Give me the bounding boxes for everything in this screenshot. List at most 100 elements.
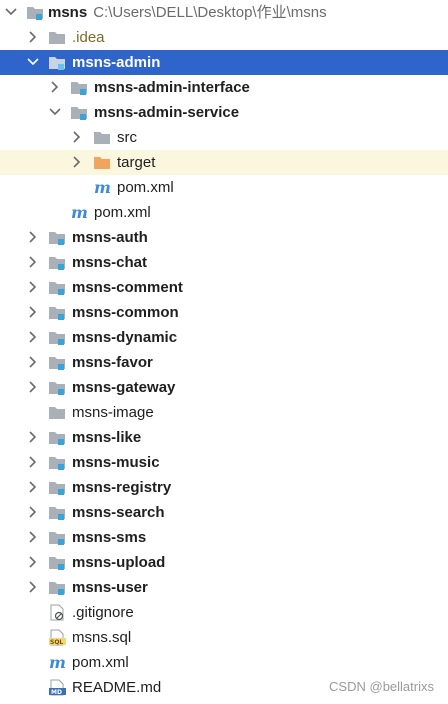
tree-item-label: msns-chat [72, 254, 148, 271]
tree-row-msns-upload[interactable]: msns-upload [0, 550, 448, 575]
chevron-right-icon[interactable] [26, 25, 42, 50]
tree-row-gitignore[interactable]: .gitignore [0, 600, 448, 625]
chevron-down-icon[interactable] [48, 100, 64, 125]
chevron-right-icon[interactable] [26, 375, 42, 400]
chevron-right-icon[interactable] [26, 250, 42, 275]
tree-row-msns-admin-interface[interactable]: msns-admin-interface [0, 75, 448, 100]
tree-item-label: msns-common [72, 304, 179, 321]
maven-icon: m [70, 203, 88, 222]
chevron-right-icon[interactable] [26, 325, 42, 350]
tree-item-label: msns-upload [72, 554, 166, 571]
module-folder-icon [48, 479, 66, 496]
module-folder-icon [48, 229, 66, 246]
chevron-right-icon[interactable] [26, 475, 42, 500]
svg-text:MD: MD [51, 689, 62, 696]
tree-row-msns-sms[interactable]: msns-sms [0, 525, 448, 550]
tree-row-msns-music[interactable]: msns-music [0, 450, 448, 475]
tree-row-msns-comment[interactable]: msns-comment [0, 275, 448, 300]
sql-file-icon: SQL [48, 629, 66, 646]
chevron-right-icon[interactable] [48, 75, 64, 100]
tree-row-msns-dynamic[interactable]: msns-dynamic [0, 325, 448, 350]
tree-item-label: pom.xml [72, 654, 129, 671]
tree-item-label: msns-registry [72, 479, 172, 496]
tree-item-label: README.md [72, 679, 162, 696]
svg-text:m: m [49, 654, 66, 671]
module-folder-icon [48, 454, 66, 471]
tree-row-msns-like[interactable]: msns-like [0, 425, 448, 450]
tree-row-root[interactable]: msns C:\Users\DELL\Desktop\作业\msns [0, 0, 448, 25]
tree-row-target[interactable]: target [0, 150, 448, 175]
gitignore-file-icon [48, 604, 66, 621]
tree-item-label: pom.xml [117, 179, 174, 196]
module-folder-icon [48, 354, 66, 371]
tree-item-label: msns-user [72, 579, 148, 596]
tree-item-label: msns-comment [72, 279, 183, 296]
module-folder-icon [48, 279, 66, 296]
module-folder-icon [70, 104, 88, 121]
module-folder-icon [70, 79, 88, 96]
tree-item-label: msns-auth [72, 229, 148, 246]
module-folder-icon [48, 504, 66, 521]
module-folder-icon [48, 254, 66, 271]
chevron-down-icon[interactable] [26, 50, 42, 75]
folder-icon [48, 29, 66, 46]
chevron-right-icon[interactable] [26, 425, 42, 450]
watermark: CSDN @bellatrixs [329, 679, 434, 694]
chevron-right-icon[interactable] [26, 350, 42, 375]
module-folder-icon [48, 54, 66, 71]
tree-item-label: msns C:\Users\DELL\Desktop\作业\msns [48, 4, 327, 21]
tree-row-msns-sql[interactable]: SQL msns.sql [0, 625, 448, 650]
module-folder-icon [48, 529, 66, 546]
tree-item-label: msns-gateway [72, 379, 176, 396]
chevron-right-icon[interactable] [26, 450, 42, 475]
project-path: C:\Users\DELL\Desktop\作业\msns [93, 4, 327, 21]
chevron-right-icon[interactable] [26, 550, 42, 575]
tree-item-label: msns-like [72, 429, 142, 446]
folder-icon [48, 404, 66, 421]
tree-row-msns-image[interactable]: msns-image [0, 400, 448, 425]
tree-item-label: msns-favor [72, 354, 153, 371]
tree-row-service-pom[interactable]: m pom.xml [0, 175, 448, 200]
markdown-file-icon: MD [48, 679, 66, 696]
svg-text:m: m [71, 204, 88, 221]
tree-row-msns-common[interactable]: msns-common [0, 300, 448, 325]
tree-item-label: msns-admin [72, 54, 161, 71]
tree-row-msns-admin[interactable]: msns-admin [0, 50, 448, 75]
chevron-right-icon[interactable] [26, 275, 42, 300]
chevron-right-icon[interactable] [70, 125, 86, 150]
maven-icon: m [93, 178, 111, 197]
tree-row-msns-search[interactable]: msns-search [0, 500, 448, 525]
chevron-right-icon[interactable] [26, 300, 42, 325]
excluded-folder-icon [93, 154, 111, 171]
tree-item-label: pom.xml [94, 204, 151, 221]
tree-row-msns-chat[interactable]: msns-chat [0, 250, 448, 275]
tree-item-label: target [117, 154, 156, 171]
chevron-right-icon[interactable] [26, 525, 42, 550]
tree-row-idea[interactable]: .idea [0, 25, 448, 50]
tree-row-root-pom[interactable]: m pom.xml [0, 650, 448, 675]
tree-item-label: msns-sms [72, 529, 147, 546]
tree-item-label: src [117, 129, 137, 146]
tree-row-admin-pom[interactable]: m pom.xml [0, 200, 448, 225]
tree-row-src[interactable]: src [0, 125, 448, 150]
chevron-right-icon[interactable] [26, 500, 42, 525]
chevron-down-icon[interactable] [4, 0, 20, 25]
tree-row-msns-admin-service[interactable]: msns-admin-service [0, 100, 448, 125]
tree-row-msns-gateway[interactable]: msns-gateway [0, 375, 448, 400]
folder-icon [93, 129, 111, 146]
tree-row-msns-favor[interactable]: msns-favor [0, 350, 448, 375]
tree-row-msns-user[interactable]: msns-user [0, 575, 448, 600]
tree-item-label: msns-admin-interface [94, 79, 250, 96]
chevron-right-icon[interactable] [26, 225, 42, 250]
module-folder-icon [26, 4, 44, 21]
tree-item-label: msns-image [72, 404, 154, 421]
tree-item-label: .idea [72, 29, 105, 46]
chevron-right-icon[interactable] [26, 575, 42, 600]
tree-item-label: msns-music [72, 454, 160, 471]
tree-item-label: msns-dynamic [72, 329, 178, 346]
module-folder-icon [48, 304, 66, 321]
module-folder-icon [48, 329, 66, 346]
chevron-right-icon[interactable] [70, 150, 86, 175]
tree-row-msns-auth[interactable]: msns-auth [0, 225, 448, 250]
tree-row-msns-registry[interactable]: msns-registry [0, 475, 448, 500]
